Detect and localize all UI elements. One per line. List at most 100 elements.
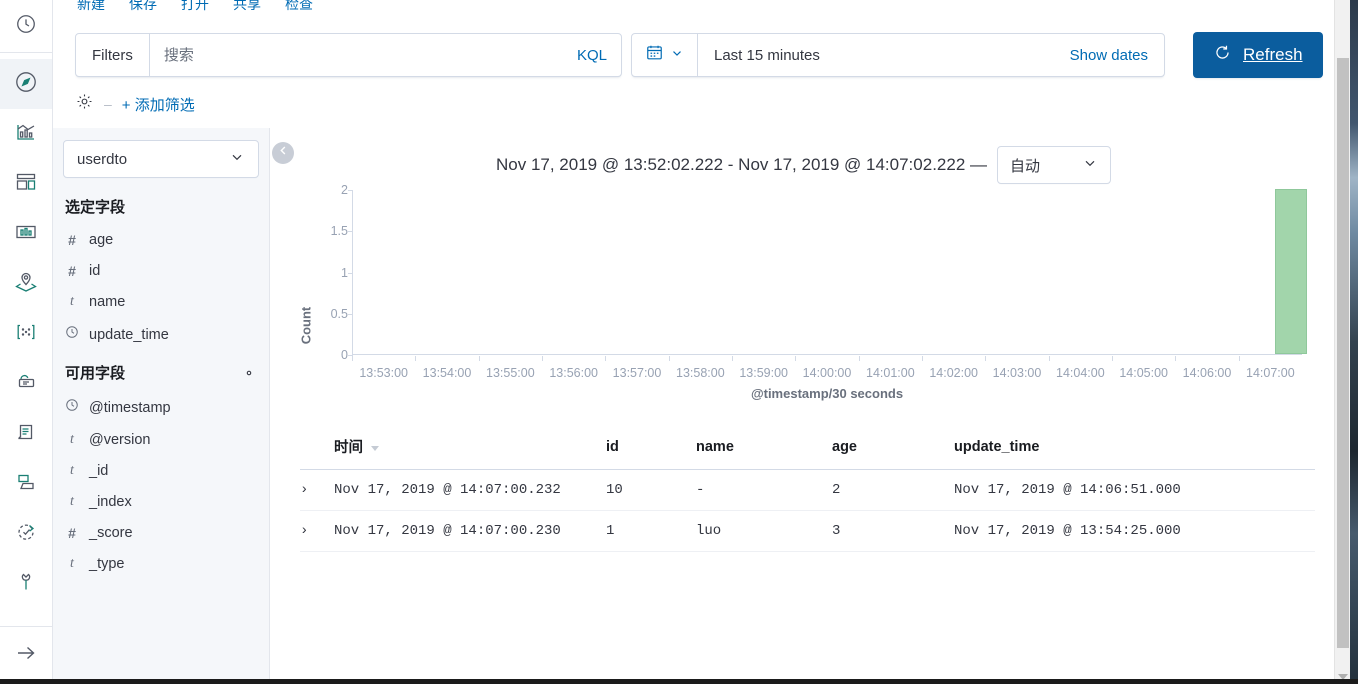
gear-icon[interactable] xyxy=(75,92,94,116)
show-dates-button[interactable]: Show dates xyxy=(1070,47,1164,64)
topnav-new[interactable]: 新建 xyxy=(77,0,105,14)
table-header-row: 时间 id name age update_time xyxy=(300,428,1315,470)
collapse-sidebar-button[interactable] xyxy=(272,142,294,164)
sidebar-item-discover[interactable] xyxy=(0,59,52,109)
topnav-save[interactable]: 保存 xyxy=(129,0,157,14)
topnav-share[interactable]: 共享 xyxy=(233,0,261,14)
sidebar-item-machine-learning[interactable] xyxy=(0,309,52,359)
clock-icon xyxy=(15,13,37,40)
table-body: › Nov 17, 2019 @ 14:07:00.232 10 - 2 Nov… xyxy=(300,469,1315,552)
field-label: _id xyxy=(89,463,109,479)
field-item-version[interactable]: t @version xyxy=(53,425,269,456)
kql-language-button[interactable]: KQL xyxy=(563,47,621,64)
table-row[interactable]: › Nov 17, 2019 @ 14:07:00.232 10 - 2 Nov… xyxy=(300,469,1315,511)
histogram-bar[interactable] xyxy=(1274,189,1308,354)
string-type-icon: t xyxy=(70,463,74,478)
column-header-name[interactable]: name xyxy=(696,428,832,470)
scrollbar-thumb[interactable] xyxy=(1337,58,1349,648)
sidebar-item-maps[interactable] xyxy=(0,259,52,309)
available-fields-label: 可用字段 xyxy=(65,365,126,382)
bottom-window-strip xyxy=(0,679,1358,684)
x-axis-tick: 13:53:00 xyxy=(359,366,408,380)
field-item-name[interactable]: t name xyxy=(53,287,269,318)
sidebar-item-dev-tools[interactable] xyxy=(0,559,52,609)
date-range-text[interactable]: Last 15 minutes xyxy=(698,47,1070,64)
number-type-icon: # xyxy=(68,525,76,541)
x-axis-tick: 13:58:00 xyxy=(675,366,725,380)
logs-icon xyxy=(14,420,38,449)
x-axis-tick-mark xyxy=(1048,356,1050,361)
date-quick-select-button[interactable] xyxy=(632,34,698,76)
y-axis-tick: 0.5 xyxy=(330,306,348,321)
y-axis-tick-mark xyxy=(348,231,353,233)
filters-button[interactable]: Filters xyxy=(76,34,150,76)
column-header-label: 时间 xyxy=(334,440,363,456)
sidebar-item-apm[interactable] xyxy=(0,459,52,509)
field-label: _score xyxy=(89,525,133,541)
chevron-down-icon xyxy=(1082,155,1098,175)
expand-row-button[interactable]: › xyxy=(300,510,334,552)
cell-update-time: Nov 17, 2019 @ 13:54:25.000 xyxy=(954,510,1315,552)
field-item-_id[interactable]: t _id xyxy=(53,456,269,487)
index-pattern-select[interactable]: userdto xyxy=(63,140,259,178)
wrench-icon xyxy=(14,570,38,599)
sidebar-item-visualize[interactable] xyxy=(0,109,52,159)
field-item-timestamp[interactable]: @timestamp xyxy=(53,391,269,425)
filter-divider: – xyxy=(104,96,112,112)
y-axis-ticks: 0 0.5 1 1.5 2 xyxy=(310,183,348,362)
sidebar-item-infrastructure[interactable] xyxy=(0,359,52,409)
search-input[interactable] xyxy=(149,34,563,76)
add-filter-button[interactable]: + 添加筛选 xyxy=(122,94,195,115)
refresh-button[interactable]: Refresh xyxy=(1193,32,1323,78)
cell-update-time: Nov 17, 2019 @ 14:06:51.000 xyxy=(954,469,1315,511)
column-header-id[interactable]: id xyxy=(606,428,696,470)
interval-select[interactable]: 自动 xyxy=(997,146,1112,184)
x-axis-tick-mark xyxy=(1175,356,1177,361)
field-item-age[interactable]: # age xyxy=(53,225,269,256)
field-label: @timestamp xyxy=(89,399,171,416)
x-axis-tick-mark xyxy=(352,356,353,361)
recently-viewed-button[interactable] xyxy=(0,0,52,53)
field-item-update-time[interactable]: update_time xyxy=(53,318,269,352)
sidebar-item-uptime[interactable] xyxy=(0,509,52,559)
x-axis-ticks: 13:53:00 13:54:00 13:55:00 13:56:00 13:57:00… xyxy=(352,356,1303,380)
field-item-_type[interactable]: t _type xyxy=(53,549,269,580)
string-type-icon: t xyxy=(70,556,74,571)
chart-plot-area[interactable] xyxy=(348,189,1308,356)
column-header-age[interactable]: age xyxy=(832,428,954,470)
field-item-_score[interactable]: # _score xyxy=(53,518,269,549)
sidebar-item-dashboard[interactable] xyxy=(0,159,52,209)
sort-descending-icon[interactable] xyxy=(371,445,380,451)
expand-nav-button[interactable] xyxy=(0,626,52,684)
filter-bar: – + 添加筛选 xyxy=(53,78,1350,116)
table-row[interactable]: › Nov 17, 2019 @ 14:07:00.230 1 luo 3 No… xyxy=(300,510,1315,552)
background-window-strip xyxy=(1350,0,1358,684)
x-axis-tick: 13:56:00 xyxy=(549,366,598,380)
x-axis-tick-mark xyxy=(1238,356,1240,361)
field-settings-gear-icon[interactable] xyxy=(241,365,257,381)
selected-fields-label: 选定字段 xyxy=(65,199,126,216)
time-range-label: Nov 17, 2019 @ 13:52:02.222 - Nov 17, 20… xyxy=(495,155,988,174)
sidebar-item-logs[interactable] xyxy=(0,409,52,459)
topnav-open[interactable]: 打开 xyxy=(181,0,209,14)
column-header-time[interactable]: 时间 xyxy=(334,428,606,470)
cell-time: Nov 17, 2019 @ 14:07:00.230 xyxy=(334,510,606,552)
expand-row-button[interactable]: › xyxy=(300,469,334,511)
chevron-down-icon xyxy=(229,149,245,169)
vertical-scrollbar[interactable] xyxy=(1334,0,1350,684)
chevron-left-icon xyxy=(277,144,290,162)
kibana-discover-app: 新建 保存 打开 共享 检查 Filters KQL xyxy=(0,0,1358,684)
field-item-_index[interactable]: t _index xyxy=(53,487,269,518)
x-axis-tick: 14:02:00 xyxy=(929,366,978,380)
sidebar-item-canvas[interactable] xyxy=(0,209,52,259)
chart-header: Nov 17, 2019 @ 13:52:02.222 - Nov 17, 20… xyxy=(270,128,1337,184)
topnav-inspect[interactable]: 检查 xyxy=(285,0,313,14)
column-header-update-time[interactable]: update_time xyxy=(954,428,1315,470)
x-axis-tick: 13:55:00 xyxy=(485,366,535,380)
field-item-id[interactable]: # id xyxy=(53,256,269,287)
field-label: @version xyxy=(89,432,151,448)
y-axis-tick-mark xyxy=(348,313,353,315)
query-bar: Filters KQL xyxy=(53,18,1350,128)
search-group: Filters KQL xyxy=(75,33,622,77)
x-axis-tick-mark xyxy=(1112,356,1113,361)
